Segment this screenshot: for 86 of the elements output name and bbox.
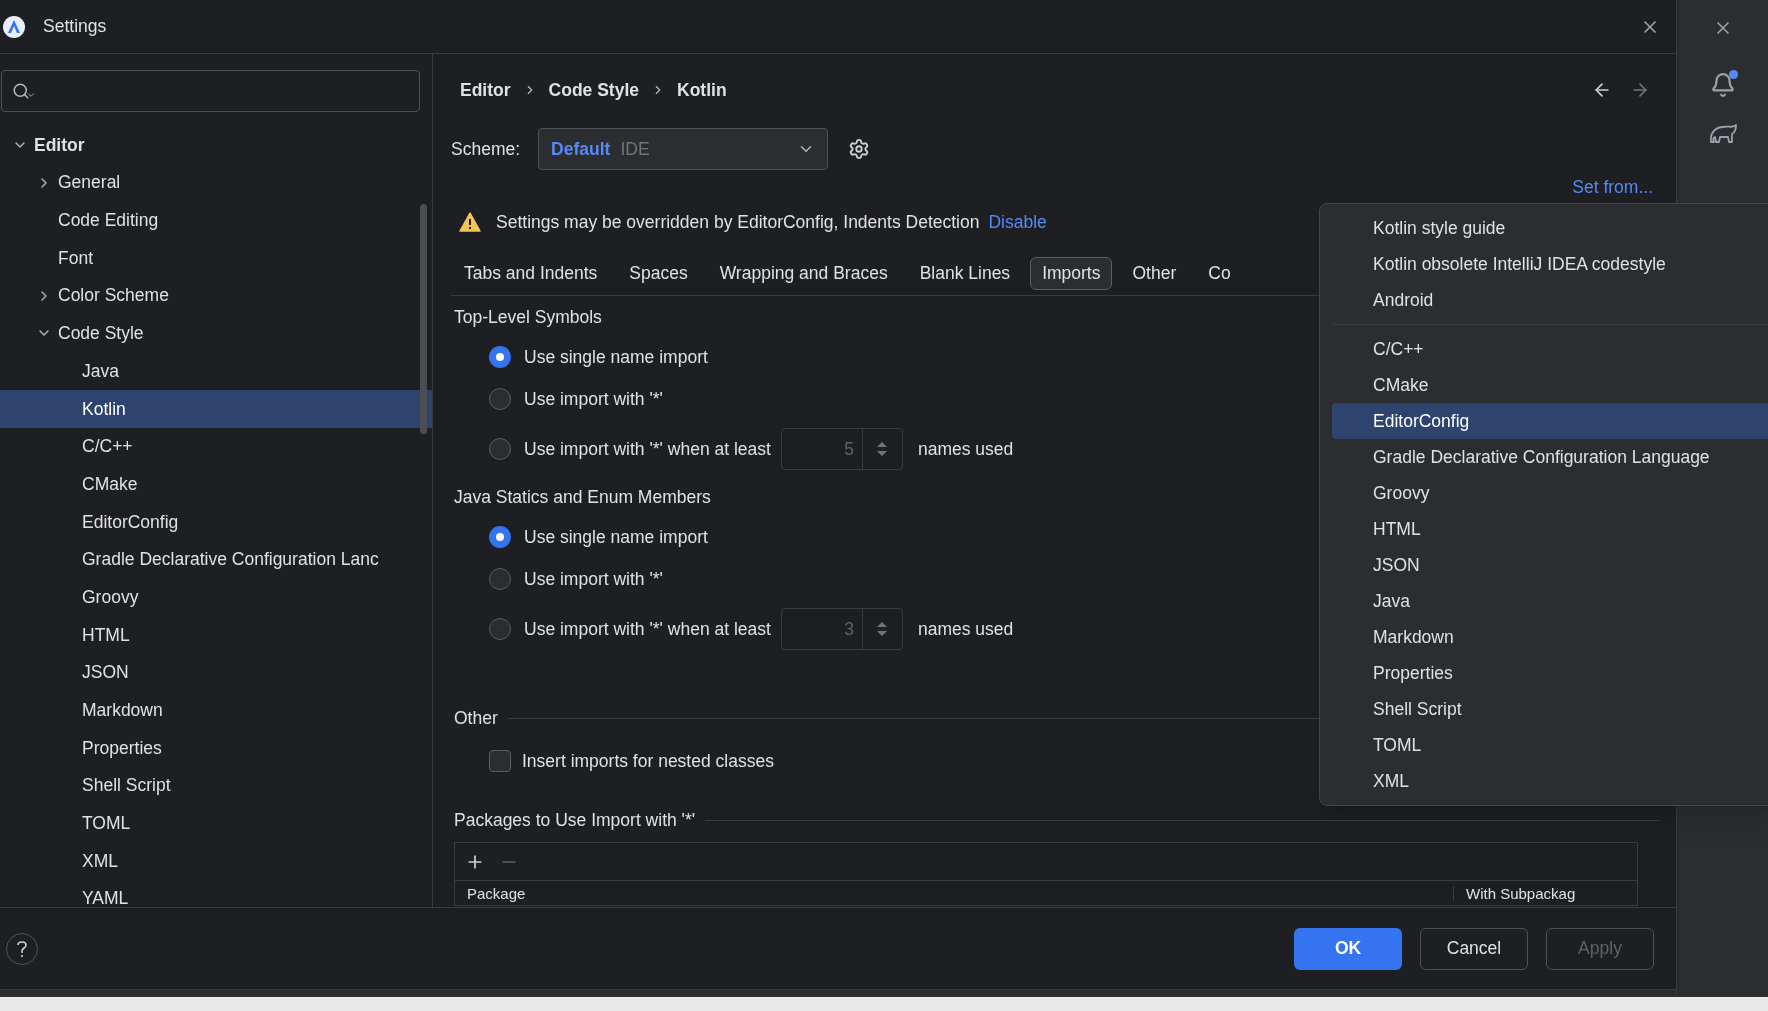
tree-item[interactable]: HTML xyxy=(0,615,432,654)
dialog-button[interactable]: Cancel xyxy=(1420,927,1528,970)
tree-item[interactable]: Java xyxy=(0,352,432,390)
search-icon xyxy=(12,82,36,100)
radio-label: Use single name import xyxy=(524,345,708,369)
menu-item[interactable]: XML xyxy=(1332,763,1768,799)
menu-item[interactable]: Android xyxy=(1332,282,1768,318)
menu-item[interactable]: HTML xyxy=(1332,511,1768,547)
tree-item[interactable]: TOML xyxy=(0,804,432,843)
scrollbar[interactable] xyxy=(420,204,427,434)
checkbox-label: Insert imports for nested classes xyxy=(522,749,774,773)
tab[interactable]: Wrapping and Braces xyxy=(707,257,900,290)
settings-icon[interactable] xyxy=(848,138,871,160)
section-title: Java Statics and Enum Members xyxy=(454,485,711,509)
tab[interactable]: Other xyxy=(1120,257,1189,290)
menu-item[interactable]: Java xyxy=(1332,583,1768,619)
tree-item[interactable]: Kotlin xyxy=(0,389,432,428)
menu-item[interactable]: Shell Script xyxy=(1332,691,1768,727)
tree-item[interactable]: Shell Script xyxy=(0,766,432,805)
app-logo-icon xyxy=(2,14,26,39)
menu-item[interactable]: CMake xyxy=(1332,367,1768,403)
radio-label: Use import with '*' when at least xyxy=(524,617,771,641)
up-down-arrows-icon xyxy=(876,620,889,638)
tree-item[interactable]: Markdown xyxy=(0,691,432,729)
warning-icon xyxy=(459,212,481,232)
question-mark-icon xyxy=(16,939,28,958)
tree-item[interactable]: Gradle Declarative Configuration Lanc xyxy=(0,540,432,579)
section-title: Top-Level Symbols xyxy=(454,305,602,329)
tree-item[interactable]: C/C++ xyxy=(0,427,432,466)
tab[interactable]: Blank Lines xyxy=(907,257,1023,290)
tree-item[interactable]: EditorConfig xyxy=(0,502,432,541)
scheme-dropdown[interactable]: Default IDE xyxy=(538,128,829,170)
column-header: Package xyxy=(466,885,527,901)
radio-button[interactable] xyxy=(489,388,511,410)
menu-item[interactable]: Groovy xyxy=(1332,475,1768,511)
tab[interactable]: Spaces xyxy=(617,257,700,290)
tree-item[interactable]: Properties xyxy=(0,729,432,767)
section-title: Other xyxy=(454,706,498,730)
tab[interactable]: Co xyxy=(1196,257,1243,290)
window-title: Settings xyxy=(43,15,107,39)
dialog-button[interactable]: OK xyxy=(1294,927,1402,970)
radio-label: Use import with '*' xyxy=(524,387,663,411)
set-from-link[interactable]: Set from... xyxy=(1572,173,1653,201)
checkbox[interactable] xyxy=(489,750,511,772)
column-header: With Subpackag xyxy=(1453,885,1637,901)
notifications-icon[interactable] xyxy=(1709,72,1736,98)
tab[interactable]: Tabs and Indents xyxy=(452,257,610,290)
breadcrumb-item[interactable]: Code Style xyxy=(548,76,639,104)
tree-item[interactable]: General xyxy=(0,163,432,202)
elephant-icon[interactable] xyxy=(1707,122,1738,146)
suffix-label: names used xyxy=(917,437,1014,461)
radio-button[interactable] xyxy=(489,346,511,368)
tree-item[interactable]: Font xyxy=(0,239,432,277)
section-title: Packages to Use Import with '*' xyxy=(454,808,696,832)
radio-label: Use import with '*' xyxy=(524,567,663,591)
radio-label: Use single name import xyxy=(524,525,708,549)
tree-item[interactable]: Code Style xyxy=(0,314,432,353)
menu-item[interactable]: Kotlin style guide xyxy=(1332,210,1768,246)
warning-text: Settings may be overridden by EditorConfig, Indents Detection xyxy=(496,210,980,234)
tree-item[interactable]: CMake xyxy=(0,465,432,503)
radio-button[interactable] xyxy=(489,568,511,590)
menu-item[interactable]: TOML xyxy=(1332,727,1768,763)
radio-label: Use import with '*' when at least xyxy=(524,437,771,461)
disable-link[interactable]: Disable xyxy=(988,208,1047,236)
tree-item[interactable]: Editor xyxy=(0,126,432,164)
menu-item[interactable]: C/C++ xyxy=(1332,331,1768,367)
menu-item[interactable]: Properties xyxy=(1332,655,1768,691)
suffix-label: names used xyxy=(917,617,1014,641)
menu-item[interactable]: Markdown xyxy=(1332,619,1768,655)
menu-item[interactable]: Kotlin obsolete IntelliJ IDEA codestyle xyxy=(1332,246,1768,282)
tree-item[interactable]: YAML xyxy=(0,879,432,918)
menu-item[interactable]: EditorConfig xyxy=(1332,403,1768,439)
tree-item[interactable]: JSON xyxy=(0,653,432,692)
tree-item[interactable]: Code Editing xyxy=(0,201,432,240)
search-field[interactable] xyxy=(1,70,420,112)
radio-button[interactable] xyxy=(489,526,511,548)
tree-item[interactable]: Color Scheme xyxy=(0,276,432,315)
tree-item[interactable]: Groovy xyxy=(0,578,432,616)
scheme-label: Scheme: xyxy=(451,137,521,161)
menu-item[interactable]: Gradle Declarative Configuration Language xyxy=(1332,439,1768,475)
menu-item[interactable]: JSON xyxy=(1332,547,1768,583)
breadcrumb-item[interactable]: Kotlin xyxy=(677,76,727,104)
tab[interactable]: Imports xyxy=(1030,257,1113,290)
tree-item[interactable]: XML xyxy=(0,842,432,880)
breadcrumb-item[interactable]: Editor xyxy=(460,76,511,104)
up-down-arrows-icon xyxy=(876,440,889,458)
